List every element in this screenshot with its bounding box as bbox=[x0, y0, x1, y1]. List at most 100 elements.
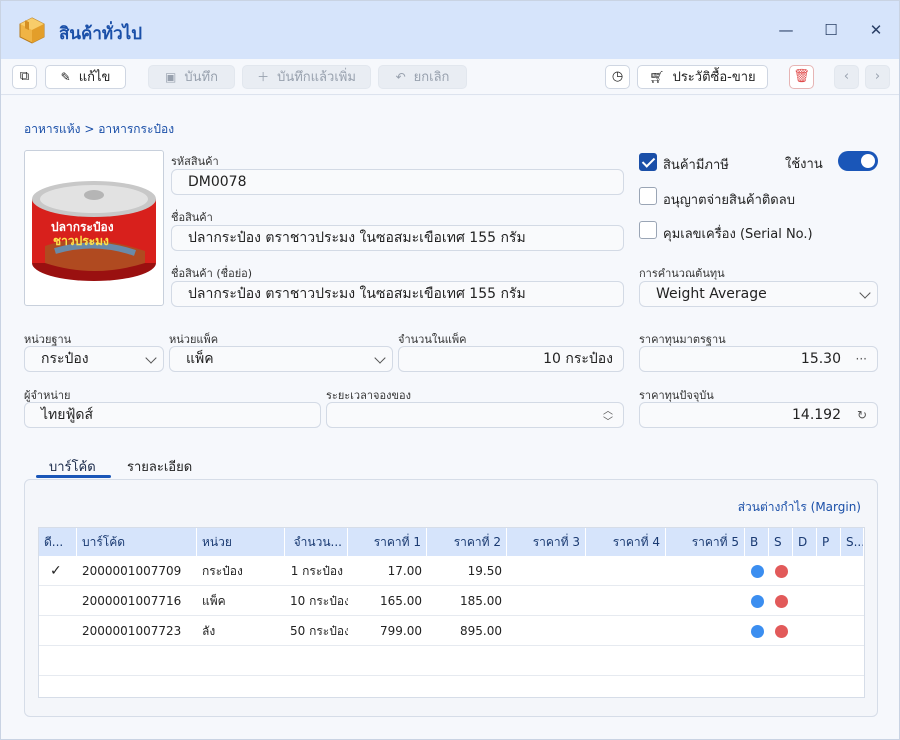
column-header[interactable]: B bbox=[745, 528, 769, 556]
default-check-icon bbox=[45, 616, 75, 646]
breadcrumb[interactable]: อาหารแห้ง > อาหารกระป๋อง bbox=[24, 120, 174, 139]
product-code-field[interactable]: DM0078 bbox=[171, 169, 624, 195]
table-row[interactable]: ✓ 2000001007709 กระป๋อง 1 กระป๋อง 17.00 … bbox=[39, 556, 864, 586]
unit-cell: กระป๋อง bbox=[202, 564, 243, 578]
canned-fish-image: ปลากระป๋อง ชาวประมง bbox=[32, 181, 156, 281]
cancel-button[interactable]: ↶ ยกเลิก bbox=[378, 65, 467, 89]
close-button[interactable]: ✕ bbox=[863, 17, 889, 43]
table-row[interactable] bbox=[39, 646, 864, 676]
unit-cell: แพ็ค bbox=[202, 594, 226, 608]
default-check-icon bbox=[45, 586, 75, 616]
copy-icon: ⧉ bbox=[19, 69, 30, 84]
copy-button[interactable]: ⧉ bbox=[12, 65, 37, 89]
sell-status-dot bbox=[775, 625, 788, 638]
stepper-icon[interactable]: ︿ ﹀ bbox=[603, 406, 613, 427]
unit-cell: ลัง bbox=[202, 624, 216, 638]
buy-status-dot bbox=[751, 595, 764, 608]
active-toggle[interactable] bbox=[838, 151, 878, 171]
maximize-button[interactable]: ☐ bbox=[818, 17, 844, 43]
product-name-field[interactable]: ปลากระป๋อง ตราชาวประมง ในซอสมะเขือเทศ 15… bbox=[171, 225, 624, 251]
save-icon: ▣ bbox=[165, 70, 177, 84]
save-and-add-button[interactable]: ＋บันทึกแล้วเพิ่ม bbox=[242, 65, 371, 89]
short-name-field[interactable]: ปลากระป๋อง ตราชาวประมง ในซอสมะเขือเทศ 15… bbox=[171, 281, 624, 307]
barcode-cell: 2000001007716 bbox=[82, 594, 182, 608]
column-header[interactable]: ราคาที่ 2 bbox=[427, 528, 507, 556]
minimize-button[interactable]: — bbox=[773, 17, 799, 43]
toolbar: ⧉ ✎ แก้ไข ▣ บันทึก ＋บันทึกแล้วเพิ่ม ↶ ยกเลิ… bbox=[1, 59, 899, 95]
pack-unit-select[interactable]: แพ็ค bbox=[169, 346, 393, 372]
column-header[interactable]: จำนวน... bbox=[285, 528, 348, 556]
column-header[interactable]: P bbox=[817, 528, 841, 556]
column-header[interactable]: D bbox=[793, 528, 817, 556]
title-bar: สินค้าทั่วไป — ☐ ✕ bbox=[1, 1, 899, 59]
column-header[interactable]: ดี... bbox=[39, 528, 77, 556]
history-button[interactable]: 🛒︎ ประวัติซื้อ-ขาย bbox=[637, 65, 768, 89]
price2-cell: 19.50 bbox=[467, 564, 502, 578]
sell-status-dot bbox=[775, 565, 788, 578]
window-title: สินค้าทั่วไป bbox=[59, 24, 143, 44]
serial-label: คุมเลขเครื่อง (Serial No.) bbox=[663, 227, 813, 242]
table-row[interactable]: 2000001007716 แพ็ค 10 กระป๋อง 165.00 185… bbox=[39, 586, 864, 616]
pencil-icon: ✎ bbox=[60, 70, 71, 84]
svg-text:ชาวประมง: ชาวประมง bbox=[53, 234, 109, 248]
barcode-panel: ส่วนต่างกำไร (Margin) ดี... บาร์โค้ด หน่… bbox=[24, 479, 878, 717]
next-button[interactable]: › bbox=[865, 65, 890, 89]
column-header[interactable]: หน่วย bbox=[197, 528, 285, 556]
price2-cell: 895.00 bbox=[460, 624, 502, 638]
chevron-down-icon bbox=[145, 352, 157, 364]
product-form: อาหารแห้ง > อาหารกระป๋อง ปลากระป๋อง ชาวป… bbox=[1, 96, 899, 739]
margin-link[interactable]: ส่วนต่างกำไร (Margin) bbox=[738, 498, 861, 517]
column-header[interactable]: S... bbox=[841, 528, 864, 556]
serial-checkbox[interactable] bbox=[639, 221, 657, 239]
price1-cell: 799.00 bbox=[380, 624, 422, 638]
short-name-label: ชื่อสินค้า (ชื่อย่อ) bbox=[171, 267, 253, 280]
qty-cell: 50 กระป๋อง bbox=[290, 624, 348, 638]
trash-icon: 🗑︎ bbox=[793, 69, 810, 84]
column-header[interactable]: ราคาที่ 1 bbox=[348, 528, 427, 556]
chevron-left-icon: ‹ bbox=[843, 69, 850, 84]
box-icon bbox=[19, 17, 45, 44]
product-image[interactable]: ปลากระป๋อง ชาวประมง bbox=[24, 150, 164, 306]
column-header[interactable]: บาร์โค้ด bbox=[77, 528, 197, 556]
clock-button[interactable]: ◷ bbox=[605, 65, 630, 89]
std-cost-field[interactable]: 15.30 ··· bbox=[639, 346, 878, 372]
chevron-down-icon bbox=[859, 287, 871, 299]
refresh-icon[interactable]: ↻ bbox=[857, 403, 867, 427]
product-name-label: ชื่อสินค้า bbox=[171, 211, 213, 224]
supplier-field[interactable]: ไทยฟู้ดส์ bbox=[24, 402, 321, 428]
clock-icon: ◷ bbox=[611, 69, 624, 84]
tab-detail[interactable]: รายละเอียด bbox=[127, 456, 192, 477]
costing-select[interactable]: Weight Average bbox=[639, 281, 878, 307]
qty-cell: 10 กระป๋อง bbox=[290, 594, 348, 608]
pack-qty-field[interactable]: 10 กระป๋อง bbox=[398, 346, 624, 372]
delete-button[interactable]: 🗑︎ bbox=[789, 65, 814, 89]
buy-status-dot bbox=[751, 625, 764, 638]
default-check-icon: ✓ bbox=[50, 563, 62, 579]
column-header[interactable]: ราคาที่ 4 bbox=[586, 528, 666, 556]
column-header[interactable]: ราคาที่ 5 bbox=[666, 528, 745, 556]
prev-button[interactable]: ‹ bbox=[834, 65, 859, 89]
tab-barcode[interactable]: บาร์โค้ด bbox=[49, 456, 96, 477]
negative-stock-checkbox[interactable] bbox=[639, 187, 657, 205]
costing-label: การคำนวณต้นทุน bbox=[639, 267, 725, 280]
base-unit-select[interactable]: กระป๋อง bbox=[24, 346, 164, 372]
chevron-down-icon bbox=[374, 352, 386, 364]
current-cost-field[interactable]: 14.192 ↻ bbox=[639, 402, 878, 428]
more-icon[interactable]: ··· bbox=[856, 347, 867, 371]
active-tab-indicator bbox=[36, 475, 111, 478]
table-row[interactable]: 2000001007723 ลัง 50 กระป๋อง 799.00 895.… bbox=[39, 616, 864, 646]
edit-button[interactable]: ✎ แก้ไข bbox=[45, 65, 126, 89]
negative-stock-label: อนุญาตจ่ายสินค้าติดลบ bbox=[663, 193, 795, 208]
storage-stepper[interactable]: ︿ ﹀ bbox=[326, 402, 624, 428]
product-window: สินค้าทั่วไป — ☐ ✕ ⧉ ✎ แก้ไข ▣ บันทึก ＋บัน… bbox=[0, 0, 900, 740]
buy-status-dot bbox=[751, 565, 764, 578]
price1-cell: 17.00 bbox=[387, 564, 422, 578]
vat-checkbox[interactable] bbox=[639, 153, 657, 171]
column-header[interactable]: ราคาที่ 3 bbox=[507, 528, 586, 556]
column-header[interactable]: S bbox=[769, 528, 793, 556]
save-button[interactable]: ▣ บันทึก bbox=[148, 65, 235, 89]
svg-text:ปลากระป๋อง: ปลากระป๋อง bbox=[51, 220, 114, 234]
sell-status-dot bbox=[775, 595, 788, 608]
barcode-table: ดี... บาร์โค้ด หน่วย จำนวน... ราคาที่ 1 … bbox=[38, 527, 865, 698]
barcode-cell: 2000001007723 bbox=[82, 624, 182, 638]
